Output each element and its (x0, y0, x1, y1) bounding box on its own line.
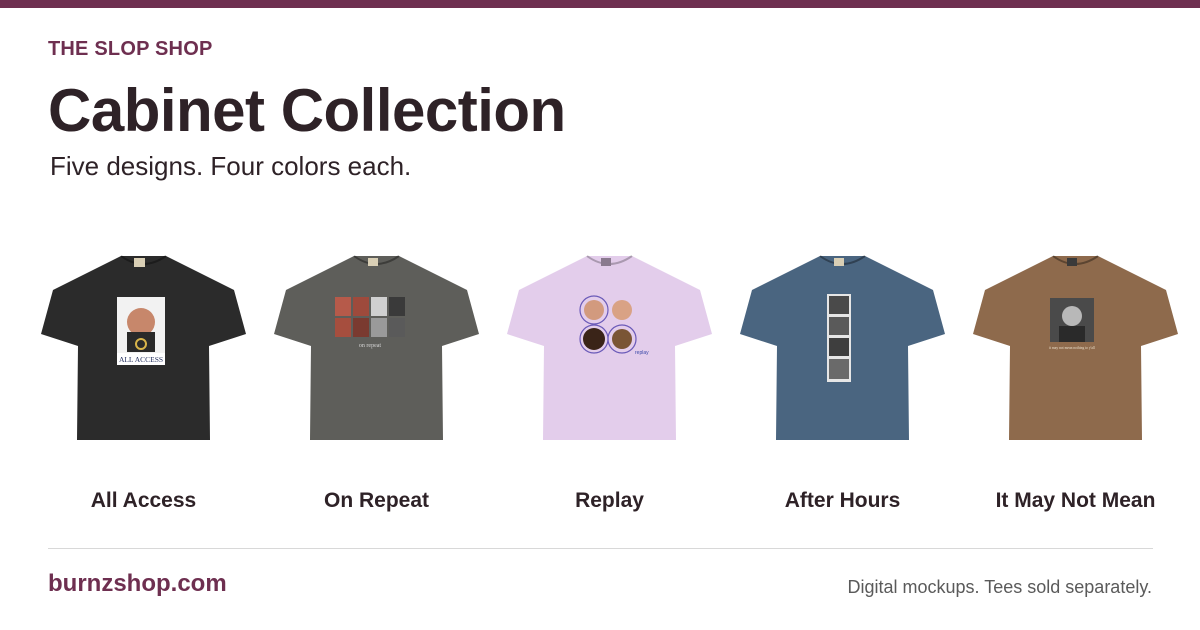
product-card-on-repeat[interactable]: on repeat On Repeat (260, 240, 493, 530)
product-label[interactable]: It May Not Mean (959, 489, 1192, 513)
shop-name: THE SLOP SHOP (48, 38, 213, 60)
print-design: ALL ACCESS (117, 297, 165, 365)
print-caption: it may not mean nothing to y'all (1049, 346, 1095, 350)
tshirt-mockup-image: it may not mean nothing to y'all (973, 255, 1178, 440)
product-card-replay[interactable]: replay Replay (493, 240, 726, 530)
product-label[interactable]: Replay (493, 489, 726, 513)
product-card-all-access[interactable]: ALL ACCESS All Access (27, 240, 260, 530)
top-accent-bar (0, 0, 1200, 8)
product-label[interactable]: On Repeat (260, 489, 493, 513)
product-card-it-may-not-mean[interactable]: it may not mean nothing to y'all It May … (959, 240, 1192, 530)
site-link[interactable]: burnzshop.com (48, 570, 227, 598)
page-title: Cabinet Collection (48, 77, 566, 144)
tshirt-mockup-image: on repeat (274, 255, 479, 440)
page-subtitle: Five designs. Four colors each. (50, 151, 412, 181)
tshirt-mockup-image: replay (507, 255, 712, 440)
product-card-after-hours[interactable]: After Hours (726, 240, 959, 530)
product-label[interactable]: All Access (27, 489, 260, 513)
footer-divider (48, 548, 1153, 549)
print-design (827, 294, 851, 382)
tshirt-mockup-image: ALL ACCESS (41, 255, 246, 440)
print-caption: on repeat (359, 343, 381, 349)
footer-disclaimer: Digital mockups. Tees sold separately. (847, 577, 1152, 597)
product-grid: ALL ACCESS All Access on repeat On Repea… (0, 240, 1200, 530)
tshirt-mockup-image (740, 255, 945, 440)
print-caption: replay (635, 350, 649, 356)
product-label[interactable]: After Hours (726, 489, 959, 513)
print-caption: ALL ACCESS (119, 355, 163, 364)
